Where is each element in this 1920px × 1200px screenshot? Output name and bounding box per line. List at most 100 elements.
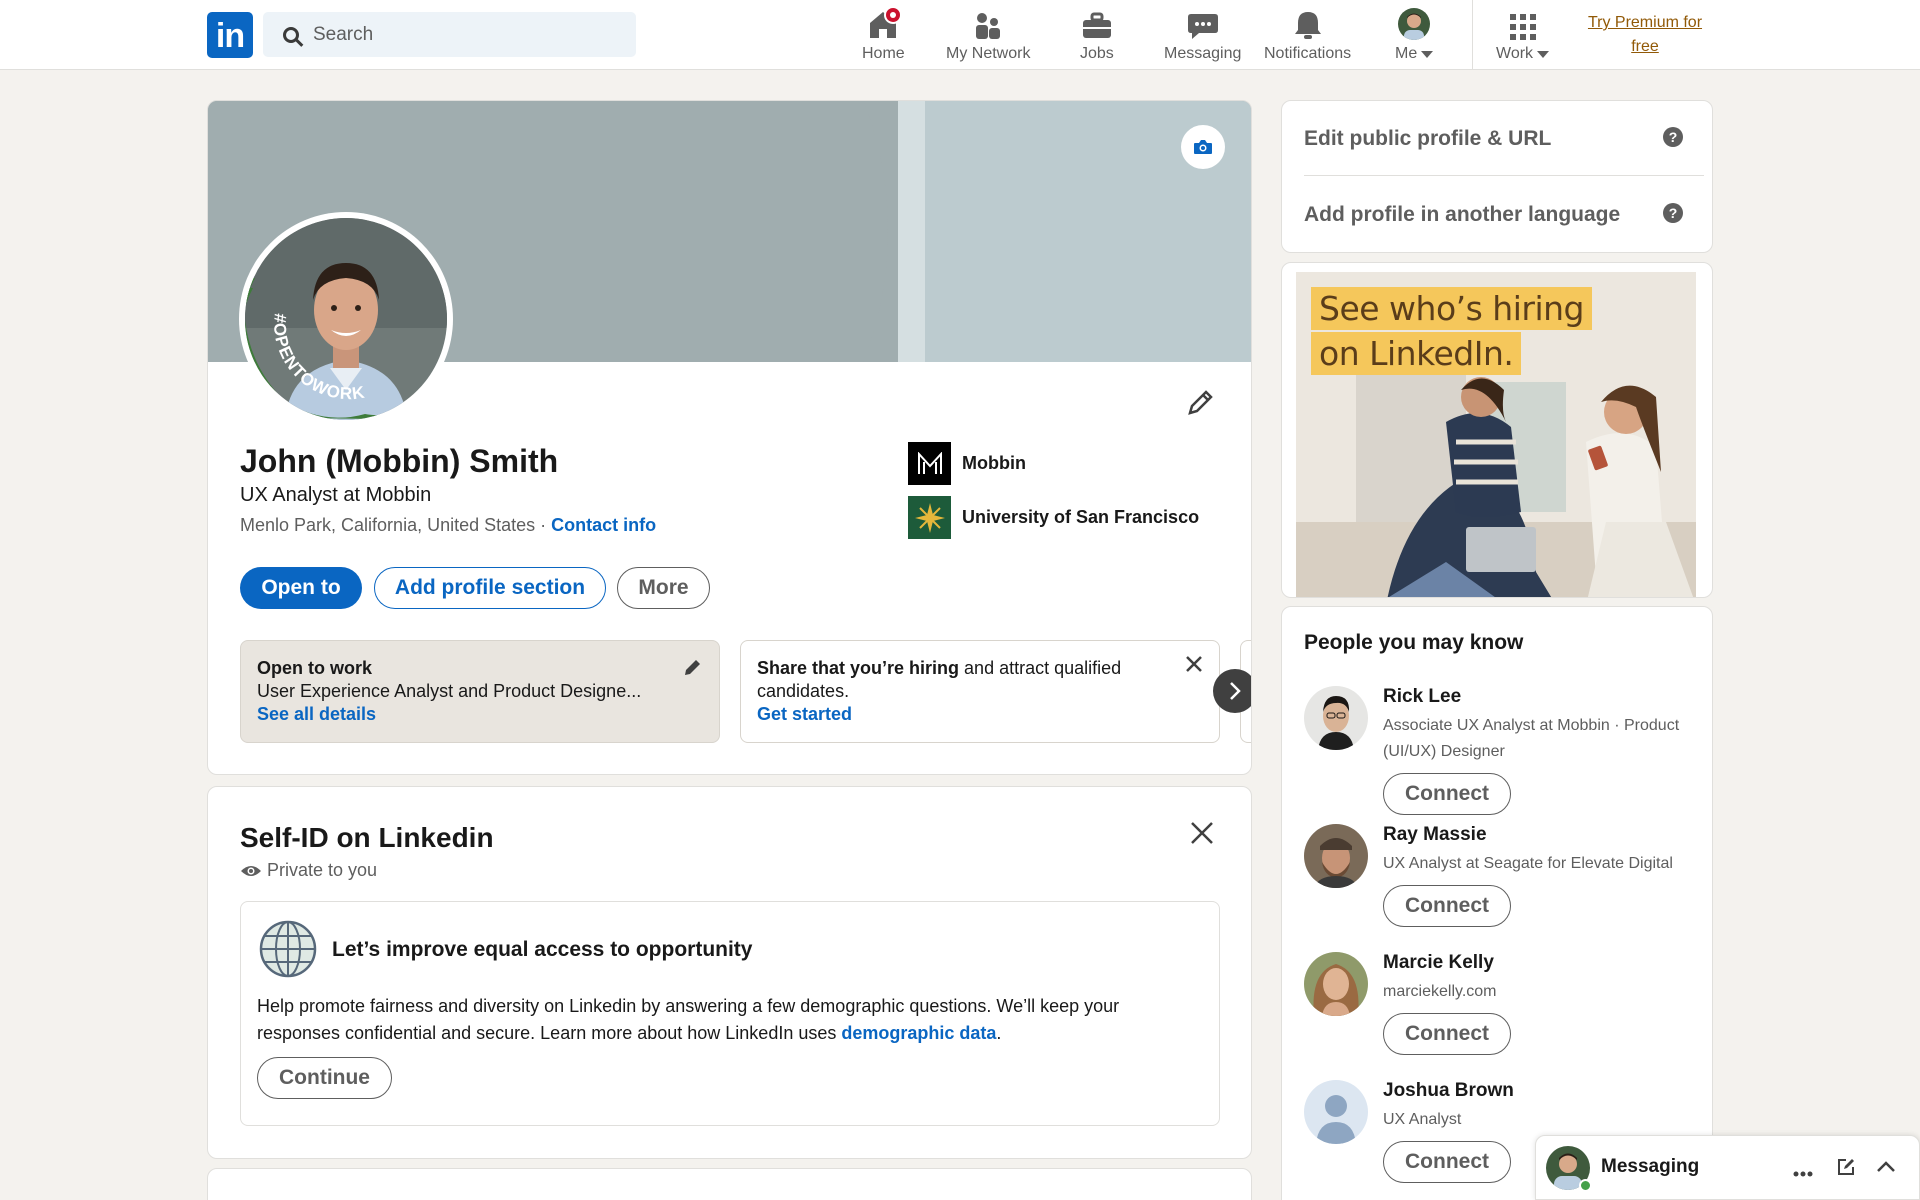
connect-button[interactable]: Connect — [1383, 773, 1511, 815]
nav-messaging-label: Messaging — [1164, 45, 1242, 62]
chevron-right-icon — [1230, 682, 1241, 700]
demographic-data-link[interactable]: demographic data — [841, 1023, 996, 1043]
avatar[interactable] — [1304, 952, 1368, 1016]
usf-logo-icon — [908, 496, 951, 539]
self-id-body: Help promote fairness and diversity on L… — [257, 993, 1177, 1047]
nav-home[interactable]: Home — [862, 8, 905, 63]
self-id-title: Self-ID on Linkedin — [240, 822, 494, 853]
search-icon — [283, 26, 299, 43]
chat-icon — [1187, 8, 1219, 40]
avatar[interactable] — [1304, 824, 1368, 888]
eye-icon — [241, 865, 261, 876]
avatar[interactable] — [1304, 1080, 1368, 1144]
help-icon[interactable]: ? — [1663, 127, 1683, 147]
org-usf[interactable]: University of San Francisco — [908, 496, 1199, 539]
profile-location: Menlo Park, California, United States · … — [240, 515, 656, 536]
hiring-bold: Share that you’re hiring — [757, 658, 960, 678]
chevron-up-icon[interactable] — [1876, 1160, 1896, 1178]
nav-work-label: Work — [1496, 45, 1550, 63]
person-name[interactable]: Marcie Kelly — [1383, 952, 1494, 974]
profile-avatar: #OPENTOWORK — [245, 218, 447, 420]
nav-jobs[interactable]: Jobs — [1080, 8, 1114, 63]
ad-line-2: on LinkedIn. — [1311, 332, 1522, 375]
pencil-icon — [685, 660, 700, 675]
person-headline: Associate UX Analyst at Mobbin · Product… — [1383, 717, 1680, 760]
connect-button[interactable]: Connect — [1383, 1013, 1511, 1055]
more-button[interactable]: More — [617, 567, 710, 609]
open-to-button[interactable]: Open to — [240, 567, 362, 609]
connect-button[interactable]: Connect — [1383, 885, 1511, 927]
hiring-card[interactable]: Share that you’re hiring and attract qua… — [740, 640, 1220, 743]
person-headline: UX Analyst at Seagate for Elevate Digita… — [1383, 855, 1673, 872]
self-id-heading: Let’s improve equal access to opportunit… — [332, 938, 753, 961]
next-section-card — [207, 1168, 1252, 1200]
settings-divider — [1304, 175, 1704, 176]
camera-icon — [1194, 140, 1212, 154]
contact-info-link[interactable]: Contact info — [551, 515, 656, 535]
nav-notifications[interactable]: Notifications — [1264, 8, 1351, 63]
help-icon[interactable]: ? — [1663, 203, 1683, 223]
get-started-link[interactable]: Get started — [757, 704, 852, 724]
search-placeholder: Search — [313, 23, 374, 45]
org-mobbin[interactable]: Mobbin — [908, 442, 1026, 485]
person-headline: marciekelly.com — [1383, 983, 1497, 1000]
messaging-dock[interactable]: Messaging — [1535, 1135, 1920, 1200]
nav-notifications-label: Notifications — [1264, 45, 1352, 62]
carousel-next-button[interactable] — [1213, 669, 1251, 713]
privacy-note: Private to you — [240, 860, 377, 881]
nav-my-network-label: My Network — [946, 45, 1031, 62]
more-options-icon[interactable] — [1793, 1164, 1813, 1182]
edit-public-profile-link[interactable]: Edit public profile & URL — [1304, 127, 1551, 151]
compose-icon[interactable] — [1836, 1157, 1856, 1182]
avatar[interactable] — [1304, 686, 1368, 750]
dismiss-hiring-button[interactable] — [1185, 655, 1203, 679]
profile-settings-card: Edit public profile & URL ? Add profile … — [1281, 100, 1713, 253]
edit-intro-button[interactable] — [1186, 387, 1216, 422]
ad-headline: See who’s hiring on LinkedIn. — [1311, 287, 1592, 377]
profile-card: #OPENTOWORK John (Mobbin) Smith UX Analy… — [207, 100, 1252, 775]
person-headline: UX Analyst — [1383, 1111, 1462, 1128]
self-id-body-end: . — [996, 1023, 1002, 1043]
nav-my-network[interactable]: My Network — [946, 8, 1030, 63]
avatar-icon — [1398, 8, 1431, 40]
org-usf-name: University of San Francisco — [962, 507, 1200, 527]
privacy-text: Private to you — [267, 860, 378, 880]
chevron-down-icon — [1421, 50, 1434, 58]
linkedin-logo-icon[interactable]: in — [207, 12, 253, 58]
connect-button[interactable]: Connect — [1383, 1141, 1511, 1183]
messaging-dock-label: Messaging — [1601, 1156, 1700, 1177]
profile-photo[interactable]: #OPENTOWORK — [239, 212, 453, 426]
home-icon — [866, 8, 901, 40]
globe-icon — [259, 920, 317, 983]
mobbin-logo-icon — [908, 442, 951, 485]
person-name[interactable]: Ray Massie — [1383, 824, 1487, 846]
pymk-title: People you may know — [1304, 631, 1524, 654]
nav-messaging[interactable]: Messaging — [1164, 8, 1241, 63]
close-icon — [1186, 656, 1202, 672]
see-all-details-link[interactable]: See all details — [257, 704, 376, 724]
try-premium-link[interactable]: Try Premium for free — [1575, 11, 1715, 59]
banner-strip — [898, 101, 925, 362]
add-profile-section-button[interactable]: Add profile section — [374, 567, 606, 609]
continue-button[interactable]: Continue — [257, 1057, 392, 1099]
nav-work[interactable]: Work — [1496, 8, 1550, 63]
nav-me[interactable]: Me — [1395, 8, 1434, 63]
hiring-ad[interactable]: See who’s hiring on LinkedIn. — [1296, 272, 1696, 597]
nav-home-label: Home — [862, 45, 905, 62]
open-to-work-card[interactable]: Open to work User Experience Analyst and… — [240, 640, 720, 743]
hiring-text: Share that you’re hiring and attract qua… — [757, 657, 1167, 703]
chevron-down-icon — [1537, 50, 1550, 58]
edit-banner-button[interactable] — [1181, 125, 1225, 169]
ad-card: See who’s hiring on LinkedIn. — [1281, 262, 1713, 598]
person-name[interactable]: Joshua Brown — [1383, 1080, 1514, 1102]
edit-open-to-work-button[interactable] — [683, 657, 703, 683]
add-language-profile-link[interactable]: Add profile in another language — [1304, 203, 1620, 227]
search-input[interactable]: Search — [263, 12, 636, 57]
ad-line-1: See who’s hiring — [1311, 287, 1592, 330]
close-self-id-button[interactable] — [1190, 821, 1214, 850]
open-to-work-title: Open to work — [257, 658, 373, 678]
person-name[interactable]: Rick Lee — [1383, 686, 1461, 708]
people-icon — [973, 8, 1003, 40]
location-separator: · — [535, 515, 552, 535]
briefcase-icon — [1082, 8, 1112, 40]
